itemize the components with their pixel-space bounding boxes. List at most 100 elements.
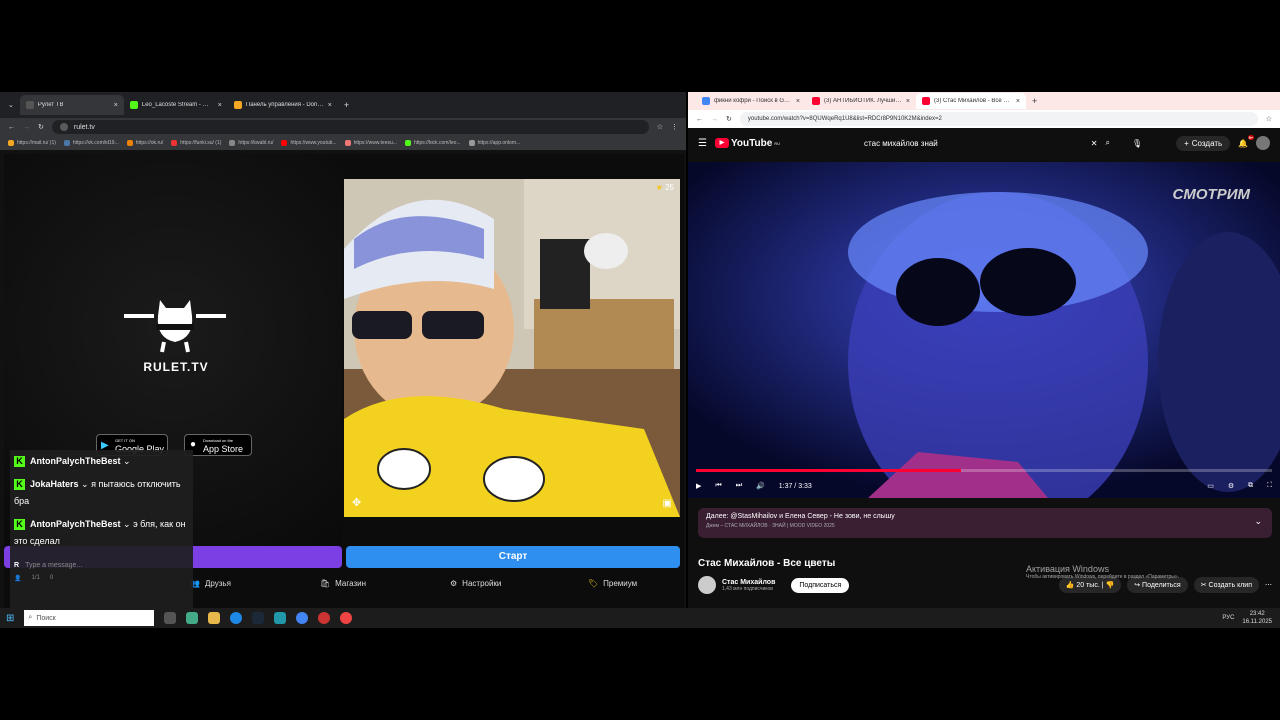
close-icon[interactable]: × — [796, 98, 800, 105]
bookmark-item[interactable]: https://vk.com/id19... — [63, 140, 119, 146]
chat-user[interactable]: AntonPalychTheBest — [30, 456, 121, 466]
tab-rulet[interactable]: Рулет ТВ × — [19, 95, 124, 115]
menu-icon[interactable]: ⋮ — [671, 123, 678, 131]
stars-count: 25 — [665, 183, 674, 192]
bell-icon[interactable]: 🔔 9+ — [1238, 134, 1255, 148]
avatar[interactable] — [1256, 136, 1270, 150]
subtitles-icon[interactable]: ▭ — [1207, 482, 1214, 490]
youtube-logo[interactable]: ▶ YouTube RU — [714, 138, 780, 149]
bookmark-item[interactable]: https://www.youtub... — [281, 140, 337, 146]
chat-user[interactable]: JokaHaters — [30, 479, 79, 489]
more-icon[interactable]: ⋯ — [1265, 581, 1272, 589]
nav-premium[interactable]: 🏷 Премиум — [588, 574, 678, 592]
search-icon[interactable]: ⌕ — [1105, 138, 1109, 148]
windows-taskbar: ⊞ ⌕ Поиск РУС 23:42 16.11.2025 — [0, 608, 1280, 628]
close-icon[interactable]: × — [906, 98, 910, 105]
chrome-icon[interactable] — [296, 612, 309, 624]
channel-avatar[interactable] — [698, 576, 716, 594]
back-icon[interactable]: ← — [8, 124, 15, 131]
new-tab-icon[interactable]: + — [1032, 96, 1037, 106]
close-icon[interactable]: × — [328, 102, 332, 109]
time-display: 1:37 / 3:33 — [778, 482, 812, 490]
yt-search-input[interactable]: стас михайлов знай ✕ — [864, 139, 1097, 148]
tab-donation[interactable]: Панель управления - Donatio... × — [228, 95, 338, 115]
channel-watermark: СМОТРИМ — [1172, 186, 1250, 203]
close-icon[interactable]: × — [1016, 98, 1020, 105]
star-icon[interactable]: ☆ — [1266, 115, 1272, 123]
previous-icon[interactable]: ⏮ — [715, 482, 721, 490]
bookmark-item[interactable]: https://mail.ru/ (1) — [8, 140, 56, 146]
url-field[interactable]: rulet.tv — [51, 120, 649, 134]
chevron-down-icon[interactable]: ⌄ — [1254, 516, 1262, 527]
bookmark-item[interactable]: https://app.onlom... — [468, 140, 520, 146]
next-icon[interactable]: ⏭ — [736, 482, 742, 490]
settings-icon[interactable]: ⚙ — [1228, 482, 1234, 490]
yt-header: ☰ ▶ YouTube RU стас михайлов знай ✕ ⌕ 🎙 + Со… — [688, 128, 1280, 158]
channel-name[interactable]: Стас Михайлов — [722, 579, 775, 586]
app-icon[interactable] — [274, 612, 287, 624]
progress-bar[interactable] — [696, 469, 1272, 472]
tab-kick[interactable]: Leo_Lacoste Stream - Watch Li... × — [124, 95, 228, 115]
yt-video-player[interactable]: СМОТРИМ ▶ ⏮ ⏭ 🔊 1:37 / 3:33 ▭ ⚙ ⧉ ⛶ — [688, 162, 1280, 498]
viewers-icon: 👤 — [14, 576, 22, 582]
chat-count: 0 — [49, 575, 54, 581]
app-store-button[interactable]: Download on the App Store ● — [184, 434, 252, 456]
chat-message: K JokaHaters ⌄ я пытаюсь отключить бра — [14, 479, 181, 506]
reload-icon[interactable]: ↻ — [38, 123, 44, 131]
tab-antibiotik[interactable]: (3) АНТИБИОТИК. Лучшие кл... × — [806, 93, 916, 109]
create-button[interactable]: + Создать — [1176, 135, 1231, 151]
close-icon[interactable]: × — [114, 102, 118, 109]
app-icon[interactable] — [186, 612, 199, 624]
bookmark-item[interactable]: https://kwabl.ru/ — [229, 140, 273, 146]
task-view-icon[interactable] — [164, 612, 177, 624]
new-tab-icon[interactable]: + — [344, 100, 349, 110]
bookmark-item[interactable]: https://kick.com/leo... — [404, 140, 461, 146]
tab-vse-cvety[interactable]: (3) Стас Михайлов - Все цветы × — [916, 93, 1026, 109]
tab-google[interactable]: фикни кофри - Поиск в Google × — [696, 93, 806, 109]
mic-icon[interactable]: 🎙 — [1132, 139, 1142, 148]
google-favicon — [702, 97, 710, 105]
close-icon[interactable]: × — [218, 102, 222, 109]
reload-icon[interactable]: ↻ — [726, 115, 732, 123]
edge-icon[interactable] — [230, 612, 243, 624]
obs-icon[interactable] — [318, 612, 331, 624]
nav-settings[interactable]: ⚙ Настройки — [450, 574, 588, 592]
back-icon[interactable]: ← — [696, 116, 703, 123]
tab-title: фикни кофри - Поиск в Google — [714, 98, 792, 104]
up-next-panel[interactable]: Далее: @StasMihailov и Елена Север - Не … — [698, 508, 1272, 538]
clock-date: 16.11.2025 — [1242, 619, 1272, 625]
windows-start-icon[interactable]: ⊞ — [6, 613, 14, 624]
bookmark-item[interactable]: https://www.teesu... — [344, 140, 397, 146]
clear-search-icon[interactable]: ✕ — [1091, 139, 1098, 148]
forward-icon[interactable]: → — [711, 116, 718, 123]
youtube-favicon — [922, 97, 930, 105]
chat-input[interactable]: R Type a message... — [14, 557, 189, 573]
start-button[interactable]: Старт — [346, 546, 680, 568]
notif-badge: 9+ — [1247, 134, 1255, 140]
chrome-icon[interactable] — [340, 612, 353, 624]
lang-indicator[interactable]: РУС — [1222, 615, 1234, 621]
nav-shop[interactable]: 🛍 Магазин — [320, 574, 450, 592]
play-icon[interactable]: ▶ — [696, 482, 701, 490]
move-icon[interactable]: ✥ — [352, 496, 361, 509]
clock[interactable]: 23:42 16.11.2025 — [1242, 610, 1272, 626]
settings-icon: ⚙ — [450, 578, 458, 588]
forward-icon[interactable]: → — [23, 124, 30, 131]
bookmark-item[interactable]: https://ok.ru/ — [126, 140, 163, 146]
fullscreen-icon[interactable]: ⛶ — [1267, 482, 1272, 490]
nav-friends[interactable]: 👥 Друзья — [190, 574, 320, 592]
subscribe-button[interactable]: Подписаться — [791, 577, 850, 593]
hamburger-icon[interactable]: ☰ — [698, 138, 707, 149]
yt-url-field[interactable]: youtube.com/watch?v=8QUWqeRq1U8&list=RDC… — [739, 112, 1258, 126]
taskbar-search[interactable]: ⌕ Поиск — [24, 610, 155, 626]
bookmark-item[interactable]: https://funki.su/ (1) — [171, 140, 221, 146]
miniplayer-icon[interactable]: ⧉ — [1248, 482, 1253, 490]
star-icon[interactable]: ☆ — [657, 123, 663, 131]
camera-icon[interactable]: ▣ — [663, 498, 672, 509]
chat-user[interactable]: AntonPalychTheBest — [30, 519, 121, 529]
youtube-play-icon: ▶ — [714, 138, 729, 148]
tab-search-icon[interactable]: ⌄ — [8, 101, 14, 109]
steam-icon[interactable] — [252, 612, 265, 624]
volume-icon[interactable]: 🔊 — [756, 482, 765, 490]
folder-icon[interactable] — [208, 612, 221, 624]
